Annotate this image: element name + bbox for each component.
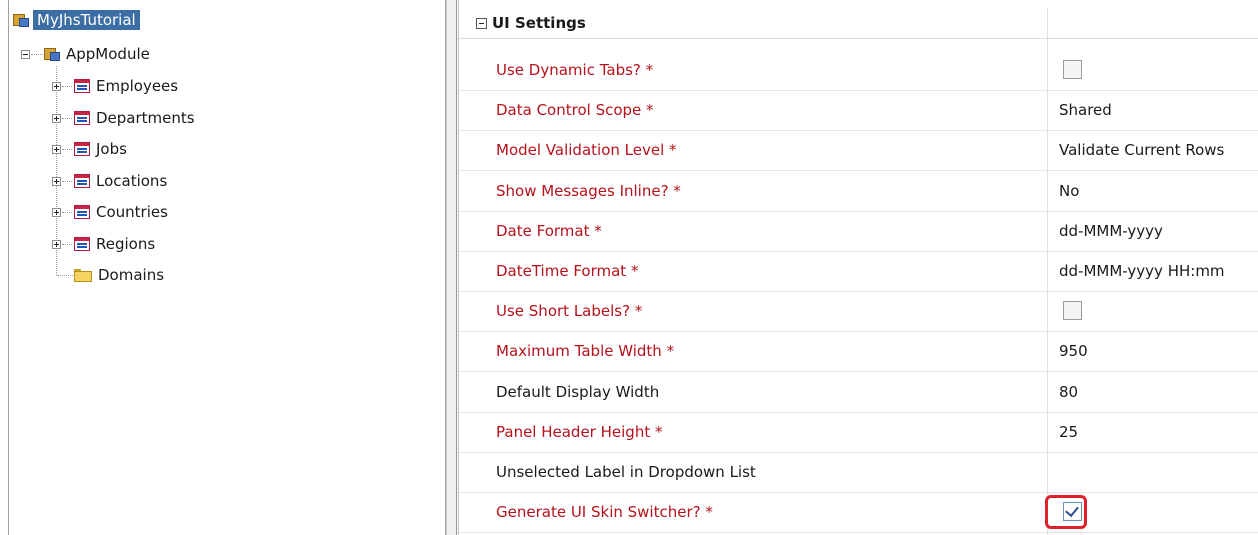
property-label: Unselected Label in Dropdown List	[496, 463, 756, 481]
property-label: Default Display Width	[496, 383, 660, 401]
tree-connector	[62, 118, 72, 119]
property-label: Date Format *	[496, 222, 602, 240]
property-value[interactable]: 80	[1059, 383, 1078, 401]
tree-node-appmodule[interactable]: AppModule	[44, 42, 150, 66]
tree-node-jobs[interactable]: Jobs	[74, 137, 127, 161]
property-checkbox[interactable]	[1063, 301, 1082, 320]
collapse-toggle[interactable]	[21, 50, 30, 59]
property-row[interactable]: Panel Header Height * 25	[459, 412, 1258, 453]
tree-node-regions[interactable]: Regions	[74, 232, 155, 256]
tree-node-label: Domains	[98, 266, 165, 284]
property-row[interactable]: Use Dynamic Tabs? *	[459, 50, 1258, 91]
property-row[interactable]: Maximum Table Width * 950	[459, 331, 1258, 372]
tree-node-label: Countries	[96, 203, 168, 221]
section-title: UI Settings	[492, 14, 586, 32]
property-label: Use Dynamic Tabs? *	[496, 61, 654, 79]
property-label: Model Validation Level *	[496, 141, 677, 159]
property-value[interactable]: dd-MMM-yyyy	[1059, 222, 1163, 240]
view-object-icon	[74, 237, 90, 251]
property-value[interactable]: dd-MMM-yyyy HH:mm	[1059, 262, 1225, 280]
section-collapse-icon[interactable]	[476, 18, 487, 29]
tree-node-locations[interactable]: Locations	[74, 169, 167, 193]
project-icon	[13, 12, 30, 28]
property-checkbox[interactable]	[1063, 60, 1082, 79]
folder-icon	[74, 268, 92, 282]
tree-connector	[62, 244, 72, 245]
tree-node-label: Employees	[96, 77, 179, 95]
application-navigator-tree: MyJhsTutorial AppModule Employees Departm…	[8, 0, 446, 535]
tree-node-domains[interactable]: Domains	[74, 263, 164, 287]
tree-node-label: AppModule	[66, 45, 150, 63]
property-value[interactable]: Shared	[1059, 101, 1112, 119]
tree-node-employees[interactable]: Employees	[74, 74, 178, 98]
property-row[interactable]: Generate UI Skin Switcher? *	[459, 492, 1258, 533]
property-value[interactable]: Validate Current Rows	[1059, 141, 1224, 159]
property-row[interactable]: Data Control Scope * Shared	[459, 90, 1258, 131]
view-object-icon	[74, 174, 90, 188]
property-row[interactable]: DateTime Format * dd-MMM-yyyy HH:mm	[459, 251, 1258, 292]
tree-node-label: Regions	[96, 235, 156, 253]
tree-node-label: Locations	[96, 172, 168, 190]
tree-root-node[interactable]: MyJhsTutorial	[13, 8, 140, 32]
tree-connector	[62, 181, 72, 182]
property-label: Maximum Table Width *	[496, 342, 675, 360]
section-header[interactable]: UI Settings	[459, 8, 1258, 39]
property-label: Data Control Scope *	[496, 101, 654, 119]
tree-node-departments[interactable]: Departments	[74, 106, 195, 130]
property-inspector: UI Settings Use Dynamic Tabs? * Data Cont…	[458, 0, 1258, 535]
expand-toggle[interactable]	[52, 208, 61, 217]
property-row[interactable]: Date Format * dd-MMM-yyyy	[459, 211, 1258, 252]
property-value[interactable]: No	[1059, 182, 1079, 200]
property-label: Generate UI Skin Switcher? *	[496, 503, 713, 521]
tree-connector	[31, 54, 43, 55]
tree-connector	[62, 86, 72, 87]
property-label: Show Messages Inline? *	[496, 182, 681, 200]
property-row[interactable]: Use Short Labels? *	[459, 291, 1258, 332]
expand-toggle[interactable]	[52, 177, 61, 186]
tree-node-countries[interactable]: Countries	[74, 200, 168, 224]
property-value[interactable]: 25	[1059, 423, 1078, 441]
property-label: Use Short Labels? *	[496, 302, 643, 320]
tree-node-label: Departments	[96, 109, 195, 127]
expand-toggle[interactable]	[52, 114, 61, 123]
view-object-icon	[74, 205, 90, 219]
property-row[interactable]: Default Display Width 80	[459, 372, 1258, 413]
tree-connector	[57, 275, 73, 276]
property-label: DateTime Format *	[496, 262, 639, 280]
property-row[interactable]: Unselected Label in Dropdown List	[459, 452, 1258, 493]
highlight-annotation	[1045, 495, 1087, 529]
panel-splitter[interactable]	[446, 0, 458, 535]
expand-toggle[interactable]	[52, 82, 61, 91]
property-row[interactable]: Show Messages Inline? * No	[459, 171, 1258, 212]
view-object-icon	[74, 142, 90, 156]
tree-root-label: MyJhsTutorial	[33, 10, 140, 30]
app-module-icon	[44, 46, 61, 62]
view-object-icon	[74, 111, 90, 125]
property-value[interactable]: 950	[1059, 342, 1088, 360]
tree-connector	[62, 149, 72, 150]
expand-toggle[interactable]	[52, 145, 61, 154]
expand-toggle[interactable]	[52, 240, 61, 249]
tree-connector	[62, 212, 72, 213]
tree-node-label: Jobs	[96, 140, 127, 158]
property-row[interactable]: Model Validation Level * Validate Current…	[459, 130, 1258, 171]
view-object-icon	[74, 79, 90, 93]
property-label: Panel Header Height *	[496, 423, 663, 441]
